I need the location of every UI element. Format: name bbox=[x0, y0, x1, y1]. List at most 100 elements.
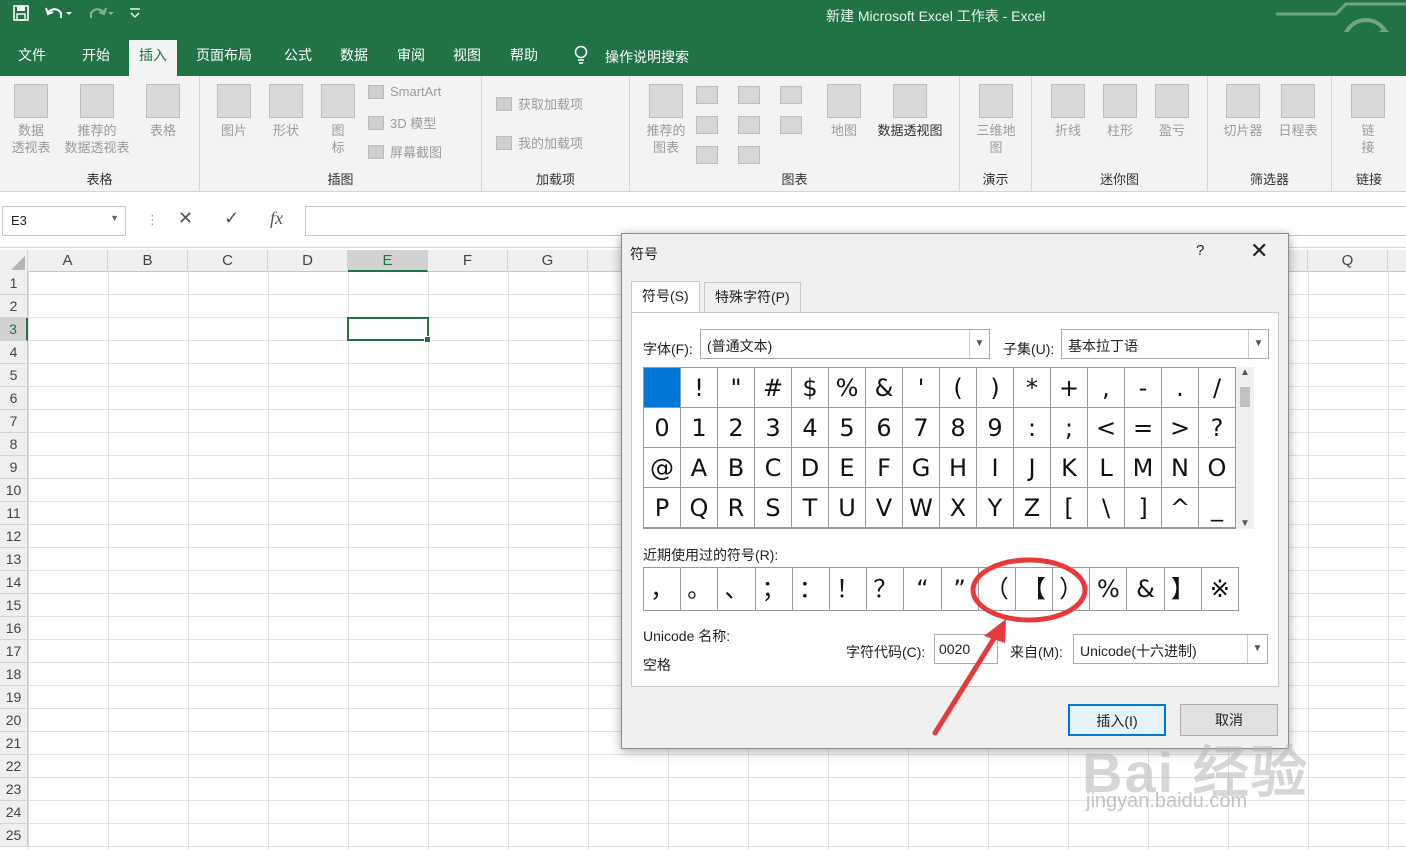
symbol-cell[interactable]: $ bbox=[792, 368, 829, 408]
maps-button[interactable]: 地图 bbox=[826, 84, 862, 139]
recent-symbols-grid[interactable]: ，。、；：！？ “” （【）% &】 ※ bbox=[643, 567, 1239, 611]
save-icon[interactable] bbox=[12, 4, 30, 26]
row-header[interactable]: 14 bbox=[0, 571, 28, 594]
symbol-cell[interactable]: _ bbox=[1199, 488, 1236, 528]
symbol-cell[interactable]: J bbox=[1014, 448, 1051, 488]
recent-symbol-cell[interactable]: ※ bbox=[1202, 568, 1239, 610]
recent-symbol-cell[interactable]: ！ bbox=[830, 568, 868, 610]
sparkline-winloss-button[interactable]: 盈亏 bbox=[1152, 84, 1192, 139]
my-addins-button[interactable]: 我的加载项 bbox=[496, 133, 583, 152]
symbol-cell[interactable]: D bbox=[792, 448, 829, 488]
symbol-cell[interactable]: ] bbox=[1125, 488, 1162, 528]
symbol-cell[interactable]: M bbox=[1125, 448, 1162, 488]
symbol-cell[interactable]: % bbox=[829, 368, 866, 408]
row-header[interactable]: 24 bbox=[0, 801, 28, 824]
symbol-cell[interactable]: B bbox=[718, 448, 755, 488]
column-header[interactable]: E bbox=[348, 250, 428, 272]
symbol-cell[interactable]: C bbox=[755, 448, 792, 488]
cancel-formula-button[interactable]: ✕ bbox=[178, 208, 193, 229]
symbol-cell[interactable]: = bbox=[1125, 408, 1162, 448]
symbol-cell[interactable]: & bbox=[866, 368, 903, 408]
symbol-cell[interactable] bbox=[644, 368, 681, 408]
recent-symbol-cell[interactable]: “ bbox=[904, 568, 942, 610]
row-header[interactable]: 17 bbox=[0, 640, 28, 663]
active-cell[interactable] bbox=[347, 317, 431, 343]
symbol-cell[interactable]: # bbox=[755, 368, 792, 408]
row-header[interactable]: 19 bbox=[0, 686, 28, 709]
recommended-pivot-button[interactable]: 推荐的 数据透视表 bbox=[58, 84, 136, 156]
column-header[interactable]: G bbox=[508, 250, 588, 272]
smartart-button[interactable]: SmartArt bbox=[368, 84, 441, 99]
slicer-button[interactable]: 切片器 bbox=[1216, 84, 1270, 139]
scroll-down-icon[interactable]: ▼ bbox=[1236, 518, 1254, 529]
symbol-cell[interactable]: ^ bbox=[1162, 488, 1199, 528]
row-header[interactable]: 6 bbox=[0, 387, 28, 410]
symbol-cell[interactable]: N bbox=[1162, 448, 1199, 488]
get-addins-button[interactable]: 获取加载项 bbox=[496, 94, 583, 113]
symbol-cell[interactable]: @ bbox=[644, 448, 681, 488]
symbol-cell[interactable]: [ bbox=[1051, 488, 1088, 528]
symbol-cell[interactable]: F bbox=[866, 448, 903, 488]
symbol-cell[interactable]: ; bbox=[1051, 408, 1088, 448]
symbol-grid[interactable]: ! " # $% & '() * +, -./ 0 1 2 3 4 5 6 7 8 9:; < = >? @ A B C D E F G H… bbox=[643, 367, 1236, 529]
row-header[interactable]: 3 bbox=[0, 318, 28, 341]
symbol-cell[interactable]: ) bbox=[977, 368, 1014, 408]
line-chart-icon[interactable] bbox=[696, 116, 718, 134]
symbol-cell[interactable]: 0 bbox=[644, 408, 681, 448]
symbol-cell[interactable]: 2 bbox=[718, 408, 755, 448]
row-header[interactable]: 11 bbox=[0, 502, 28, 525]
row-header[interactable]: 9 bbox=[0, 456, 28, 479]
help-button[interactable]: ? bbox=[1196, 242, 1204, 259]
tab-symbols[interactable]: 符号(S) bbox=[631, 281, 700, 313]
sparkline-line-button[interactable]: 折线 bbox=[1048, 84, 1088, 139]
symbol-cell[interactable]: U bbox=[829, 488, 866, 528]
from-select[interactable]: Unicode(十六进制) ▼ bbox=[1073, 634, 1268, 664]
recent-symbol-cell[interactable]: % bbox=[1090, 568, 1128, 610]
symbol-cell[interactable]: L bbox=[1088, 448, 1125, 488]
row-header[interactable]: 23 bbox=[0, 778, 28, 801]
symbol-cell[interactable]: Z bbox=[1014, 488, 1051, 528]
scroll-up-icon[interactable]: ▲ bbox=[1236, 367, 1254, 378]
formula-input[interactable] bbox=[305, 206, 1406, 236]
formula-bar-grip[interactable]: ⋮ bbox=[146, 212, 159, 228]
symbol-cell[interactable]: , bbox=[1088, 368, 1125, 408]
row-header[interactable]: 10 bbox=[0, 479, 28, 502]
row-header[interactable]: 2 bbox=[0, 295, 28, 318]
row-header[interactable]: 21 bbox=[0, 732, 28, 755]
insert-function-button[interactable]: fx bbox=[270, 208, 283, 229]
select-all-corner[interactable] bbox=[0, 250, 28, 272]
scatter-chart-icon[interactable] bbox=[738, 146, 760, 164]
symbol-cell[interactable]: I bbox=[977, 448, 1014, 488]
symbol-cell[interactable]: " bbox=[718, 368, 755, 408]
symbol-cell[interactable]: 8 bbox=[940, 408, 977, 448]
pivot-chart-button[interactable]: 数据透视图 bbox=[870, 84, 950, 139]
symbol-cell[interactable]: . bbox=[1162, 368, 1199, 408]
symbol-cell[interactable]: E bbox=[829, 448, 866, 488]
tell-me-search[interactable]: 操作说明搜索 bbox=[605, 47, 689, 67]
symbol-cell[interactable]: < bbox=[1088, 408, 1125, 448]
sparkline-column-button[interactable]: 柱形 bbox=[1100, 84, 1140, 139]
column-header[interactable]: Q bbox=[1308, 250, 1388, 272]
symbol-cell[interactable]: > bbox=[1162, 408, 1199, 448]
column-header[interactable]: B bbox=[108, 250, 188, 272]
symbol-cell[interactable]: X bbox=[940, 488, 977, 528]
tab-help[interactable]: 帮助 bbox=[500, 42, 548, 76]
shapes-button[interactable]: 形状 bbox=[266, 84, 306, 139]
symbol-cell[interactable]: G bbox=[903, 448, 940, 488]
pivot-table-button[interactable]: 数据 透视表 bbox=[6, 84, 56, 156]
recent-symbol-cell[interactable]: 、 bbox=[718, 568, 756, 610]
customize-qat-icon[interactable] bbox=[128, 6, 142, 24]
table-button[interactable]: 表格 bbox=[140, 84, 186, 139]
3d-map-button[interactable]: 三维地 图 bbox=[972, 84, 1020, 156]
symbol-cell[interactable]: S bbox=[755, 488, 792, 528]
pie-chart-icon[interactable] bbox=[696, 146, 718, 164]
row-header[interactable]: 13 bbox=[0, 548, 28, 571]
hierarchy-chart-icon[interactable] bbox=[738, 86, 760, 104]
recent-symbol-cell[interactable]: 】 bbox=[1165, 568, 1202, 610]
screenshot-button[interactable]: 屏幕截图 bbox=[368, 142, 442, 161]
tab-insert[interactable]: 插入 bbox=[129, 40, 177, 76]
row-header[interactable]: 18 bbox=[0, 663, 28, 686]
row-header[interactable]: 12 bbox=[0, 525, 28, 548]
tab-formulas[interactable]: 公式 bbox=[274, 42, 322, 76]
font-select[interactable]: (普通文本) ▼ bbox=[700, 329, 990, 359]
